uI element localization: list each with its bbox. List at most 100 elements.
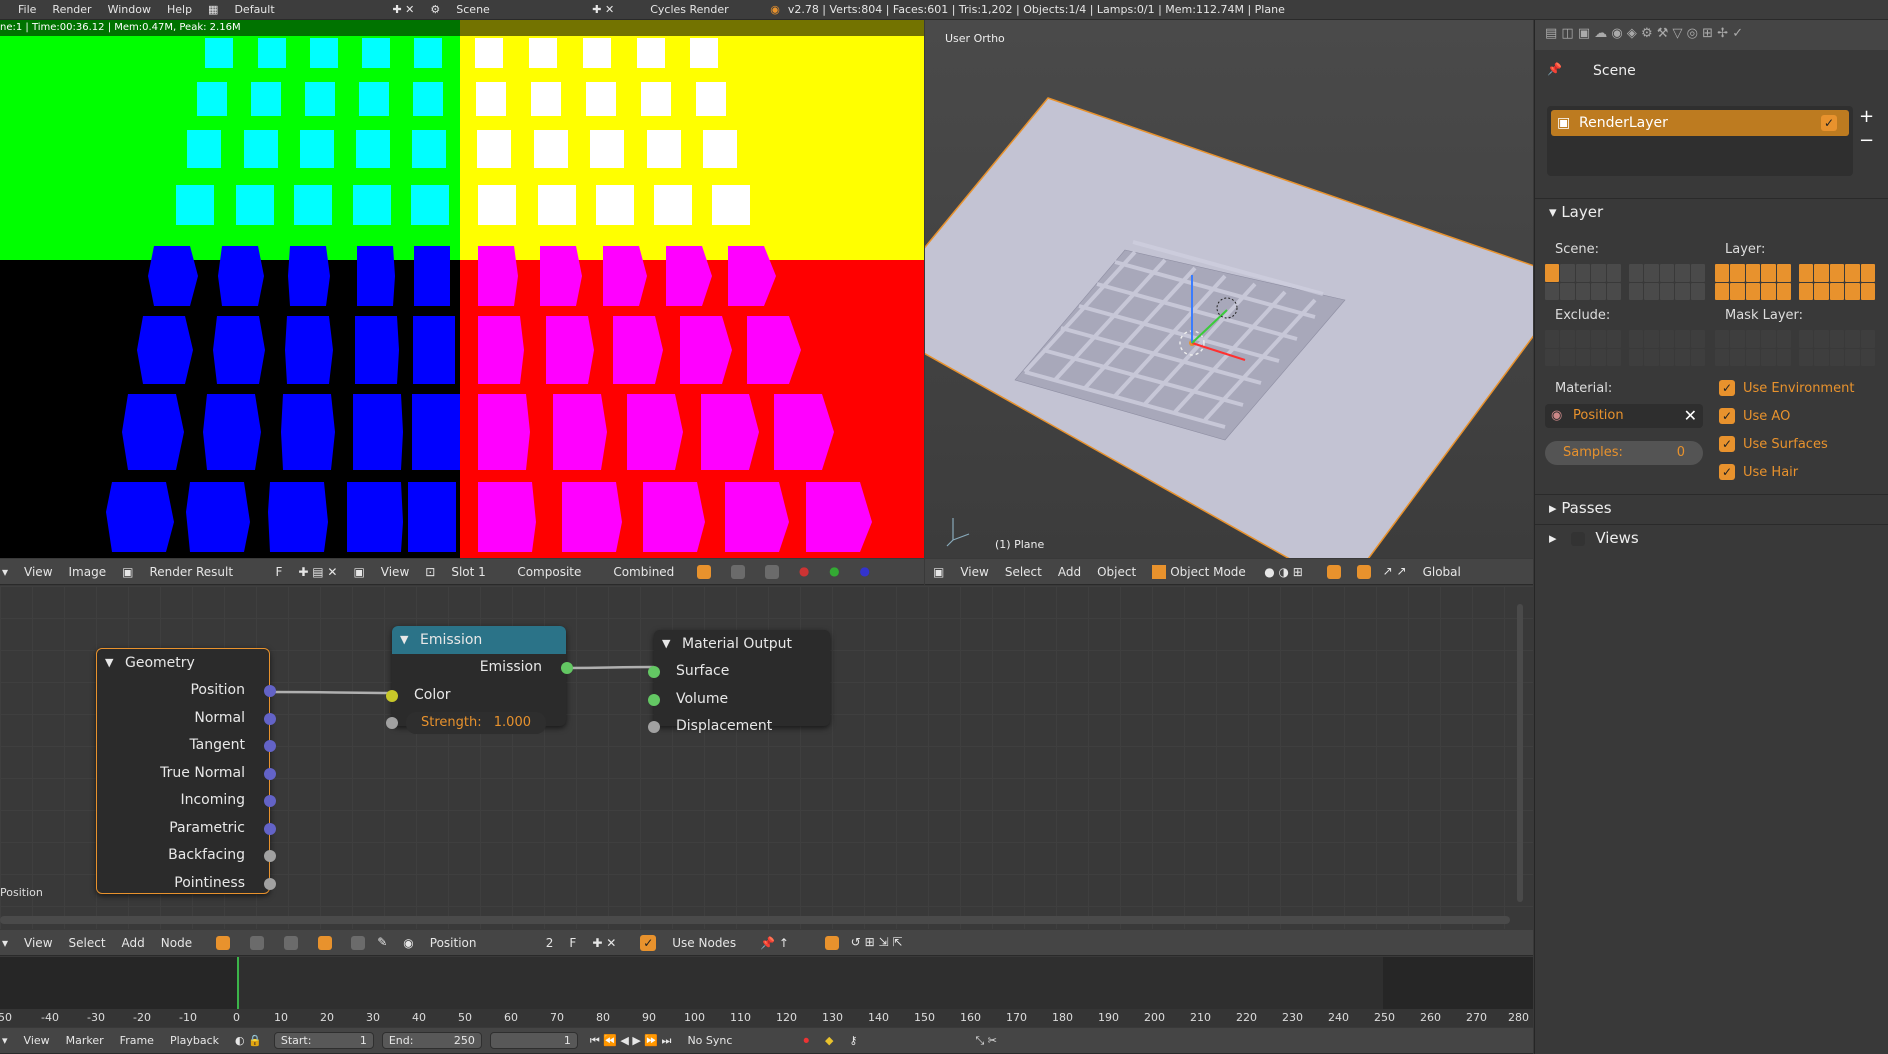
remove-layer-button[interactable]: −	[1859, 130, 1874, 151]
current-frame-field[interactable]: 1	[489, 1032, 578, 1049]
material-output-node[interactable]: Material Output Surface Volume Displacem…	[648, 630, 830, 734]
clear-material-icon[interactable]: ✕	[1684, 404, 1697, 428]
pin-node-icon[interactable]: 📌 ↑	[760, 936, 789, 950]
strength-input-socket[interactable]	[386, 717, 398, 729]
add-scene-icon[interactable]: ✚ ✕	[592, 3, 614, 16]
material-add-icon[interactable]: ✚ ✕	[592, 936, 616, 950]
timeline-view-menu[interactable]: View	[24, 1034, 50, 1047]
playback-controls[interactable]: ⏮ ⏪ ◀ ▶ ⏩ ⏭	[590, 1034, 672, 1048]
emission-output-socket[interactable]	[561, 662, 573, 674]
image-view-menu[interactable]: View	[24, 565, 52, 579]
viewport-object-menu[interactable]: Object	[1097, 565, 1136, 579]
views-panel-header[interactable]: ▸ Views	[1535, 524, 1888, 550]
use-environment-checkbox[interactable]: ✓ Use Environment	[1719, 380, 1854, 396]
fake-user-toggle[interactable]: F	[275, 565, 282, 579]
pointiness-socket[interactable]	[264, 877, 276, 890]
image-menu[interactable]: Image	[69, 565, 107, 579]
mode-select[interactable]: Object Mode	[1152, 564, 1248, 579]
menu-help[interactable]: Help	[167, 3, 192, 16]
node-editor-scrollbar-h[interactable]	[0, 916, 1510, 924]
normal-socket[interactable]	[264, 712, 276, 725]
properties-tabs[interactable]: ▤ ◫ ▣ ☁ ◉ ◈ ⚙ ⚒ ▽ ◎ ⊞ ✢ ✓	[1535, 20, 1888, 50]
current-frame-line[interactable]	[237, 957, 239, 1009]
image-add-icon[interactable]: ✚ ▤ ✕	[298, 565, 337, 579]
node-view-menu[interactable]: View	[24, 936, 52, 950]
preview-range-icon[interactable]: ◐ 🔒	[235, 1034, 262, 1047]
view-select-icon[interactable]: ▣	[353, 565, 364, 579]
exclude-layer-grid[interactable]	[1545, 330, 1705, 366]
keyframe-icon[interactable]: ◆	[825, 1034, 833, 1047]
surface-input-socket[interactable]	[648, 666, 660, 678]
3d-viewport[interactable]: User Ortho (1) Plane	[925, 20, 1533, 558]
use-hair-checkbox[interactable]: ✓ Use Hair	[1719, 464, 1798, 480]
displacement-input-socket[interactable]	[648, 721, 660, 733]
image-view2[interactable]: View	[381, 565, 409, 579]
manipulator-icons[interactable]: ↗ ↗	[1319, 564, 1407, 579]
node-menu[interactable]: Node	[161, 936, 192, 950]
backfacing-socket[interactable]	[264, 850, 276, 862]
material-field[interactable]: ◉ Position ✕	[1545, 404, 1703, 428]
menu-render[interactable]: Render	[52, 3, 91, 16]
screen-layout-name[interactable]: Default	[234, 3, 334, 16]
render-engine-select[interactable]: Cycles Render	[650, 3, 754, 16]
incoming-socket[interactable]	[264, 795, 276, 807]
viewport-view-menu[interactable]: View	[960, 565, 988, 579]
screen-layout-icon[interactable]: ▦	[208, 3, 218, 16]
render-layer-list[interactable]: ▣ RenderLayer ✓	[1547, 106, 1853, 176]
render-layer-enabled-checkbox[interactable]: ✓	[1821, 115, 1837, 131]
tangent-socket[interactable]	[264, 740, 276, 752]
render-layer-item[interactable]: ▣ RenderLayer ✓	[1551, 110, 1849, 136]
composite-select[interactable]: Composite	[517, 565, 597, 579]
layer-panel-header[interactable]: ▾ Layer	[1535, 198, 1888, 224]
timeline-marker-menu[interactable]: Marker	[66, 1034, 104, 1047]
record-icon[interactable]: ⏺	[803, 1034, 809, 1048]
material-fake-user[interactable]: F	[569, 936, 576, 950]
scene-name[interactable]: Scene	[456, 3, 556, 16]
node-editor-type-icon[interactable]: ▾	[2, 936, 8, 950]
timeline-editor-type-icon[interactable]: ▾	[2, 1034, 8, 1047]
menu-window[interactable]: Window	[108, 3, 151, 16]
strength-field[interactable]: Strength: 1.000	[406, 712, 546, 734]
node-editor-scrollbar-v[interactable]	[1517, 604, 1523, 902]
image-name[interactable]: Render Result	[149, 565, 259, 579]
geometry-node-header[interactable]: Geometry	[97, 649, 269, 677]
node-material-name[interactable]: Position	[430, 936, 530, 950]
orientation-select[interactable]: Global	[1423, 565, 1461, 579]
slot-select[interactable]: Slot 1	[451, 565, 501, 579]
viewport-select-menu[interactable]: Select	[1005, 565, 1042, 579]
shading-icon[interactable]: ● ◑ ⊞	[1264, 565, 1303, 579]
mask-layer-grid[interactable]	[1715, 330, 1875, 366]
material-output-header[interactable]: Material Output	[654, 630, 830, 658]
add-layout-icon[interactable]: ✚ ✕	[392, 3, 414, 16]
backdrop-icons[interactable]: ↺ ⊞ ⇲ ⇱	[817, 935, 902, 950]
editor-type-icon[interactable]: ▾	[2, 565, 8, 579]
start-frame-field[interactable]: Start: 1	[273, 1032, 374, 1049]
use-surfaces-checkbox[interactable]: ✓ Use Surfaces	[1719, 436, 1828, 452]
channel-buttons[interactable]: ● ● ●	[689, 564, 878, 579]
viewport-add-menu[interactable]: Add	[1058, 565, 1081, 579]
node-editor[interactable]: Geometry Position Normal Tangent True No…	[0, 586, 1533, 929]
pass-select[interactable]: Combined	[613, 565, 674, 579]
samples-field[interactable]: Samples: 0	[1545, 441, 1703, 465]
pivot-icon[interactable]: ⊡	[425, 565, 435, 579]
volume-input-socket[interactable]	[648, 693, 660, 706]
passes-panel-header[interactable]: ▸ Passes	[1535, 494, 1888, 520]
sync-select[interactable]: No Sync	[687, 1034, 787, 1047]
material-browse-icon[interactable]: ◉	[403, 936, 413, 950]
true-normal-socket[interactable]	[264, 767, 276, 780]
emission-node-header[interactable]: Emission	[392, 626, 566, 654]
keying-set-icon[interactable]: ⚷	[849, 1034, 857, 1047]
color-input-socket[interactable]	[386, 689, 398, 702]
layer-layer-grid[interactable]	[1715, 264, 1875, 300]
add-layer-button[interactable]: +	[1859, 106, 1874, 127]
scene-layer-grid[interactable]	[1545, 264, 1705, 300]
pin-icon[interactable]: 📌	[1547, 62, 1562, 76]
use-ao-checkbox[interactable]: ✓ Use AO	[1719, 408, 1790, 424]
position-socket[interactable]	[264, 685, 276, 697]
node-add-menu[interactable]: Add	[122, 936, 145, 950]
timeline-frame-menu[interactable]: Frame	[120, 1034, 154, 1047]
menu-file[interactable]: File	[18, 3, 36, 16]
timeline[interactable]: -50 -40 -30 -20 -10 0 10 20 30 40 50 60 …	[0, 957, 1533, 1027]
render-result-view[interactable]: ne:1 | Time:00:36.12 | Mem:0.47M, Peak: …	[0, 20, 924, 558]
parametric-socket[interactable]	[264, 822, 276, 835]
